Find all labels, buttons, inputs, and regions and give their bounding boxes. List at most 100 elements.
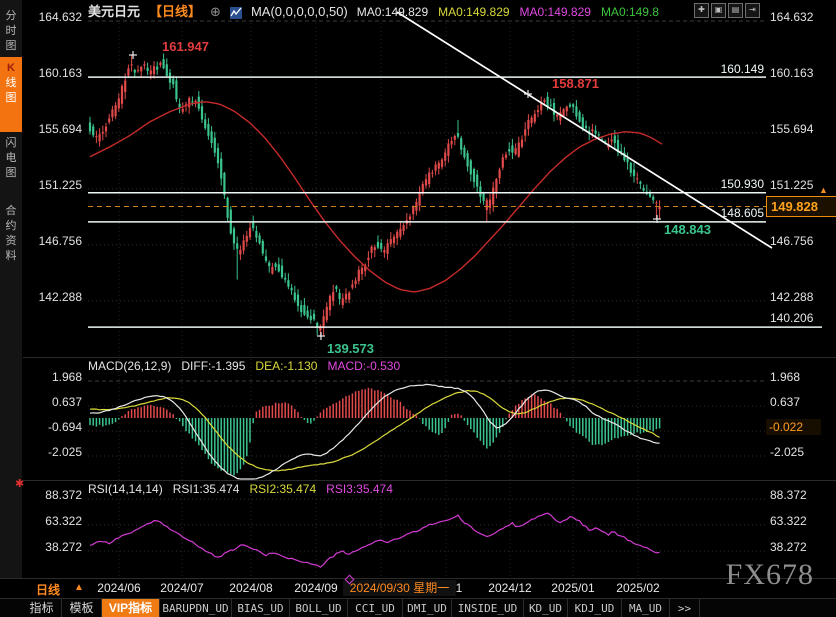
chart-pane-icon[interactable]: ▣ — [711, 3, 726, 18]
tab-char: 分 — [5, 10, 17, 22]
symbol-title: 美元日元 — [88, 4, 141, 19]
toolbar-item-BOLL_UD[interactable]: BOLL_UD — [290, 599, 348, 617]
ma-value-0: MA0:149.829 — [356, 4, 429, 19]
rsi-header: RSI(14,14,14) RSI1:35.474 RSI2:35.474 RSI3:… — [88, 482, 393, 496]
window-layout-icons: ✚ ▣ ▤ ⇥ — [694, 3, 760, 18]
rsi-header-item-0: RSI(14,14,14) — [88, 482, 163, 496]
toolbar-item-模板[interactable]: 模板 — [62, 599, 102, 617]
price-axis-right-label: 142.288 — [770, 290, 814, 304]
sidebar: 分时图K线图闪电图合约资料 — [0, 0, 23, 617]
tab-char: 线 — [5, 77, 17, 89]
rsi-axis-left-label: 63.322 — [45, 514, 82, 528]
price-annotation: 158.871 — [552, 76, 599, 91]
tab-char: 电 — [5, 152, 17, 164]
sidebar-tab-K线图[interactable]: K线图 — [0, 57, 22, 132]
macd-axis-right-label: -2.025 — [770, 445, 805, 459]
toolbar-item-BARUPDN_UD[interactable]: BARUPDN_UD — [160, 599, 232, 617]
time-axis-label: 2024/08 — [229, 581, 273, 595]
time-axis: 日线 ▲ 2024/06 2024/07 2024/08 2024/09 1 2024/1… — [0, 574, 836, 599]
price-axis-right-label: 164.632 — [770, 10, 814, 24]
tab-char: 料 — [5, 250, 17, 262]
price-chart-canvas[interactable] — [0, 0, 836, 617]
price-annotation: 139.573 — [327, 341, 374, 356]
price-axis-left-label: 160.163 — [38, 66, 82, 80]
chart-header: 美元日元 【日线】 ⊕ MA(0,0,0,0,0,50) MA0:149.829… — [88, 3, 669, 20]
level-line-label: 150.930 — [720, 177, 764, 191]
ma-value-1: MA0:149.829 — [438, 4, 510, 19]
toolbar-item-VIP指标[interactable]: VIP指标 — [102, 599, 160, 617]
sidebar-tab-分时图[interactable]: 分时图 — [0, 5, 22, 59]
macd-axis-left-label: -2.025 — [47, 445, 82, 459]
chart-type-icon[interactable] — [229, 6, 242, 19]
add-indicator-icon[interactable]: ⊕ — [210, 3, 221, 20]
rsi-axis-right-label: 38.272 — [770, 540, 807, 554]
toolbar-item-KD_UD[interactable]: KD_UD — [524, 599, 568, 617]
macd-header-item-1: DIFF:-1.395 — [181, 359, 246, 373]
tab-char: 图 — [5, 40, 17, 52]
time-axis-label: 2024/09 — [294, 581, 338, 595]
toolbar-item->>[interactable]: >> — [670, 599, 700, 617]
tab-char: 图 — [5, 92, 17, 104]
price-axis-left-label: 142.288 — [38, 290, 82, 304]
ma-value-3: MA0:149.8 — [600, 4, 659, 19]
app-window: 分时图K线图闪电图合约资料 美元日元 【日线】 ⊕ MA(0,0,0,0,0,5… — [0, 0, 836, 617]
tab-char: 闪 — [5, 137, 17, 149]
tab-char: K — [7, 62, 15, 74]
macd-axis-left-label: 1.968 — [51, 370, 82, 384]
macd-header-item-0: MACD(26,12,9) — [88, 359, 172, 373]
macd-axis-right-label: 0.637 — [770, 395, 801, 409]
tab-char: 合 — [5, 205, 17, 217]
rsi-axis-left-label: 38.272 — [45, 540, 82, 554]
macd-header-item-3: MACD:-0.530 — [327, 359, 401, 373]
time-axis-label: 2025/02 — [616, 581, 660, 595]
toolbar-item-KDJ_UD[interactable]: KDJ_UD — [568, 599, 622, 617]
selected-date-badge: 2024/09/30 星期一 — [343, 580, 456, 596]
tab-char: 时 — [5, 25, 17, 37]
toolbar-item-CCI_UD[interactable]: CCI_UD — [348, 599, 403, 617]
chart-split-icon[interactable]: ▤ — [728, 3, 743, 18]
ma-formula-label: MA(0,0,0,0,0,50) — [250, 4, 348, 19]
indicator-toolbar: 指标 模板 VIP指标 BARUPDN_UD BIAS_UD BOLL_UD CCI_UD D… — [0, 598, 836, 617]
expand-right-icon[interactable]: ⇥ — [745, 3, 760, 18]
toolbar-item-BIAS_UD[interactable]: BIAS_UD — [232, 599, 290, 617]
rsi-header-item-2: RSI2:35.474 — [249, 482, 317, 496]
rsi-header-item-3: RSI3:35.474 — [326, 482, 393, 496]
level-line-label: 160.149 — [720, 62, 764, 76]
macd-axis-left-label: -0.694 — [47, 420, 82, 434]
macd-header-item-2: DEA:-1.130 — [255, 359, 318, 373]
ma-values: MA0:149.829 MA0:149.829 MA0:149.829 MA0:149… — [357, 3, 669, 21]
rsi-axis-right-label: 88.372 — [770, 488, 807, 502]
toolbar-item-MA_UD[interactable]: MA_UD — [622, 599, 670, 617]
indicator-marker-icon[interactable]: ✱ — [15, 477, 24, 490]
level-line-label: 148.605 — [720, 206, 764, 220]
price-axis-left-label: 146.756 — [38, 234, 82, 248]
price-axis-left-label: 151.225 — [38, 178, 82, 192]
time-axis-label: 2024/06 — [97, 581, 141, 595]
current-price-badge: 149.828 — [766, 196, 836, 217]
price-annotation: 161.947 — [162, 39, 209, 54]
macd-axis-right-label: 1.968 — [770, 370, 801, 384]
tab-char: 资 — [5, 235, 17, 247]
tab-char: 图 — [5, 167, 17, 179]
price-axis-left-label: 155.694 — [38, 122, 82, 136]
crosshair-icon[interactable]: ✚ — [694, 3, 709, 18]
time-axis-label: 2024/07 — [160, 581, 204, 595]
rsi-axis-left-label: 88.372 — [45, 488, 82, 502]
period-selector[interactable]: 日线 — [36, 581, 60, 598]
sidebar-tab-闪电图[interactable]: 闪电图 — [0, 132, 22, 200]
toolbar-item-DMI_UD[interactable]: DMI_UD — [403, 599, 452, 617]
rsi-header-item-1: RSI1:35.474 — [172, 482, 240, 496]
time-axis-label: 2025/01 — [551, 581, 595, 595]
sidebar-tab-合约资料[interactable]: 合约资料 — [0, 200, 22, 270]
period-selector-arrow-icon[interactable]: ▲ — [74, 582, 84, 593]
macd-header: MACD(26,12,9) DIFF:-1.395 DEA:-1.130 MACD:-… — [88, 359, 400, 373]
price-axis-right-label: 160.163 — [770, 66, 814, 80]
toolbar-item-INSIDE_UD[interactable]: INSIDE_UD — [452, 599, 524, 617]
price-axis-right-label: 140.206 — [770, 311, 814, 325]
period-tag: 【日线】 — [149, 4, 202, 19]
toolbar-item-指标[interactable]: 指标 — [22, 599, 62, 617]
price-axis-left-label: 164.632 — [38, 10, 82, 24]
price-axis-right-label: 155.694 — [770, 122, 814, 136]
ma-value-2: MA0:149.829 — [519, 4, 591, 19]
macd-axis-left-label: 0.637 — [51, 395, 82, 409]
